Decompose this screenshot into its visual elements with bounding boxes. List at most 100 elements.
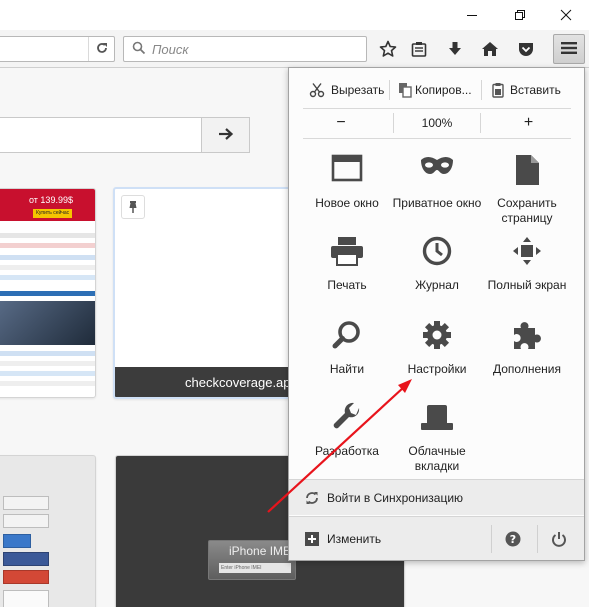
restore-icon[interactable] (497, 0, 543, 30)
search-input[interactable] (152, 41, 352, 57)
arrow-right-icon (218, 127, 234, 144)
menu-footer: Изменить ? (289, 516, 584, 560)
help-button[interactable]: ? (503, 529, 523, 549)
tile-thumbnail-line (0, 243, 95, 248)
svg-text:?: ? (510, 533, 516, 546)
tile-thumbnail-image (0, 301, 95, 345)
save-page-button[interactable]: Сохранить страницу (479, 154, 575, 234)
reading-list-icon[interactable] (404, 35, 434, 63)
title-bar (0, 0, 589, 30)
open-menu-button[interactable] (553, 34, 585, 64)
save-page-icon (507, 154, 547, 190)
divider (303, 138, 571, 139)
tile-thumbnail-input: Enter iPhone IMEI (219, 563, 291, 573)
addons-button[interactable]: Дополнения (479, 320, 575, 400)
find-button[interactable]: Найти (299, 320, 395, 400)
menu-item-label: Сохранить страницу (497, 196, 557, 225)
app-menu-panel: Вырезать Копиров... Вставить − 100% + Но… (288, 67, 585, 561)
pin-icon[interactable] (121, 195, 145, 219)
clipboard-icon (492, 82, 504, 98)
site-tile[interactable]: от 139.99$ Купить сейчас (0, 188, 96, 398)
tile-thumbnail-line (0, 265, 95, 270)
copy-label: Копиров... (415, 83, 472, 97)
divider (303, 108, 571, 109)
tile-thumbnail-line (0, 255, 95, 260)
copy-button[interactable]: Копиров... (390, 76, 481, 104)
customize-label: Изменить (327, 531, 382, 546)
tile-thumbnail-field (3, 590, 49, 607)
settings-button[interactable]: Настройки (389, 320, 485, 400)
menu-item-label: Найти (329, 362, 365, 376)
copy-icon (398, 82, 412, 98)
tile-thumbnail-button (3, 552, 49, 566)
minimize-icon[interactable] (449, 0, 495, 30)
pocket-icon[interactable] (511, 35, 541, 63)
site-tile[interactable] (0, 455, 96, 607)
tile-thumbnail-form: iPhone IME Enter iPhone IMEI (208, 540, 296, 580)
help-icon: ? (505, 531, 521, 547)
menu-item-label: Приватное окно (392, 196, 482, 210)
tile-thumbnail-line (0, 381, 95, 386)
tile-thumbnail-line (0, 275, 95, 280)
home-icon[interactable] (475, 35, 505, 63)
divider (491, 525, 492, 553)
print-button[interactable]: Печать (299, 236, 395, 316)
tile-thumbnail-line (0, 233, 95, 238)
private-window-button[interactable]: Приватное окно (389, 154, 485, 234)
download-icon[interactable] (440, 35, 470, 63)
tile-thumbnail-line (0, 361, 95, 366)
tile-thumbnail-line (0, 291, 95, 296)
tile-thumbnail-banner: от 139.99$ Купить сейчас (0, 189, 95, 221)
private-mask-icon (417, 154, 457, 190)
edit-controls: Вырезать Копиров... Вставить (289, 76, 584, 104)
developer-wrench-icon (327, 402, 367, 438)
tile-thumbnail-line (0, 351, 95, 356)
zoom-out-button[interactable]: − (289, 110, 393, 136)
tile-thumbnail-button (3, 570, 49, 584)
sync-icon (305, 491, 319, 505)
customize-button[interactable]: Изменить (289, 517, 489, 561)
settings-gear-icon (417, 320, 457, 356)
cloud-tabs-icon (417, 402, 457, 438)
menu-item-label: Журнал (415, 278, 459, 292)
scissors-icon (309, 82, 325, 98)
tile-thumbnail-field (3, 514, 49, 528)
menu-item-label: Дополнения (493, 362, 561, 376)
quit-button[interactable] (549, 529, 569, 549)
menu-item-label: Настройки (407, 362, 467, 376)
sync-signin-button[interactable]: Войти в Синхронизацию (289, 479, 584, 515)
paste-button[interactable]: Вставить (482, 76, 582, 104)
url-bar[interactable] (0, 36, 115, 62)
sync-label: Войти в Синхронизацию (327, 490, 464, 505)
menu-item-label: Разработка (315, 444, 379, 458)
site-tile[interactable]: checkcoverage.ap (113, 187, 297, 399)
search-icon (132, 41, 146, 58)
zoom-controls: − 100% + (289, 110, 584, 136)
zoom-reset-button[interactable]: 100% (394, 110, 480, 136)
fullscreen-button[interactable]: Полный экран (479, 236, 575, 316)
plus-square-icon (305, 531, 319, 546)
tile-thumbnail-title: iPhone IME (229, 544, 292, 558)
cloud-tabs-button[interactable]: Облачные вкладки (389, 402, 485, 482)
reload-icon (95, 41, 109, 58)
reload-button[interactable] (88, 37, 114, 61)
tile-thumbnail-field (3, 496, 49, 510)
zoom-in-button[interactable]: + (481, 110, 576, 136)
cut-button[interactable]: Вырезать (289, 76, 389, 104)
new-window-icon (327, 154, 367, 190)
print-icon (327, 236, 367, 272)
newtab-search-go-button[interactable] (201, 117, 250, 153)
navigation-toolbar (0, 30, 589, 68)
developer-button[interactable]: Разработка (299, 402, 395, 482)
cut-label: Вырезать (331, 83, 385, 97)
new-window-button[interactable]: Новое окно (299, 154, 395, 234)
close-icon[interactable] (543, 0, 589, 30)
tile-caption: checkcoverage.ap (115, 367, 295, 397)
tile-thumbnail-price: от 139.99$ (29, 195, 73, 205)
history-button[interactable]: Журнал (389, 236, 485, 316)
tile-thumbnail-badge: Купить сейчас (33, 209, 73, 218)
newtab-search-field[interactable] (0, 117, 202, 153)
fullscreen-icon (507, 236, 547, 272)
bookmark-star-icon[interactable] (373, 35, 403, 63)
search-bar[interactable] (123, 36, 367, 62)
